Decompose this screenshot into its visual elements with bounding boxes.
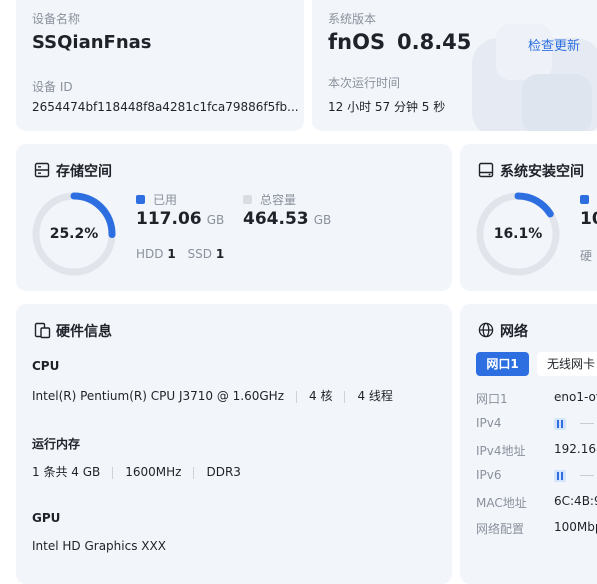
system-version-name: fnOS [328,30,386,54]
system-storage-percent: 16.1% [493,226,543,242]
system-version-number: 0.8.45 [397,30,472,54]
hardware-card: 硬件信息 CPU Intel(R) Pentium(R) CPU J3710 @… [16,304,452,584]
cpu-details: Intel(R) Pentium(R) CPU J3710 @ 1.60GHz 4… [32,387,393,404]
system-storage-title: 系统安装空间 [500,164,584,180]
network-title: 网络 [500,324,528,340]
storage-card: 存储空间 25.2% 已用 117.06 GB 总容量 464.53 GB HD… [16,144,452,291]
device-id-label: 设备 ID [32,80,73,94]
tab-wireless[interactable]: 无线网卡 [537,352,597,376]
network-card: 网络 网口1 无线网卡 网口1 eno1-ov IPv4 IPv4地址 192.… [460,304,597,584]
memory-details: 1 条共 4 GB 1600MHz DDR3 [32,463,241,480]
fnos-watermark-icon [472,24,597,131]
memory-frequency: 1600MHz [125,465,182,479]
check-update-link[interactable]: 检查更新 [528,35,580,54]
gpu-label: GPU [32,511,61,525]
device-card: 设备名称 SSQianFnas 设备 ID 2654474bf118448f8a… [16,0,304,131]
system-used-swatch [580,195,589,204]
used-label: 已用 [153,193,178,207]
drive-icon [478,162,494,178]
system-used-value: 10 [580,209,597,229]
ipv4-toggle-icon[interactable] [554,417,566,430]
device-name-label: 设备名称 [32,12,81,26]
uptime-label: 本次运行时间 [328,76,401,90]
ipv6-toggle-icon[interactable] [554,469,566,482]
used-value: 117.06 GB [136,209,225,229]
memory-slots: 1 条共 4 GB [32,465,101,479]
storage-icon [34,162,50,178]
system-storage-ring: 16.1% [476,192,560,276]
cpu-threads: 4 线程 [357,389,393,403]
hardware-title: 硬件信息 [56,324,112,340]
system-card: 系统版本 fnOS 0.8.45 检查更新 本次运行时间 12 小时 57 分钟… [312,0,597,131]
storage-percent: 25.2% [49,226,99,242]
globe-icon [478,322,494,338]
disk-counts: HDD 1 SSD 1 [136,247,225,261]
system-storage-card: 系统安装空间 16.1% 10 硬 [460,144,597,291]
memory-type: DDR3 [206,465,241,479]
total-value: 464.53 GB [243,209,332,229]
storage-title: 存储空间 [56,164,112,180]
total-label: 总容量 [260,193,297,207]
memory-label: 运行内存 [32,437,81,451]
cpu-cores: 4 核 [309,389,333,403]
storage-usage-ring: 25.2% [32,192,116,276]
gpu-model: Intel HD Graphics XXX [32,539,166,553]
device-name: SSQianFnas [32,32,152,53]
uptime-value: 12 小时 57 分钟 5 秒 [328,100,446,114]
cpu-model: Intel(R) Pentium(R) CPU J3710 @ 1.60GHz [32,389,284,403]
system-version-label: 系统版本 [328,12,377,26]
device-id: 2654474bf118448f8a4281c1fca79886f5fb... [32,100,299,114]
cpu-label: CPU [32,359,60,373]
total-swatch [243,195,252,204]
tab-port1[interactable]: 网口1 [476,352,529,376]
hardware-icon [34,322,51,339]
system-disk-label: 硬 [580,249,593,263]
used-swatch [136,195,145,204]
